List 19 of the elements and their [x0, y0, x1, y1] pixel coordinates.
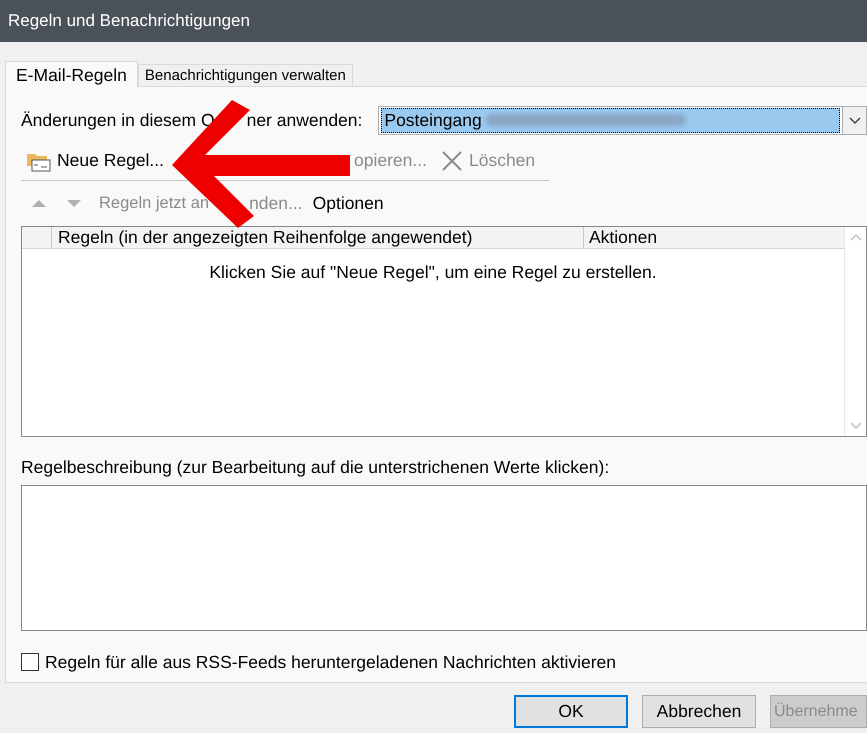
checkbox[interactable] [21, 653, 39, 672]
scroll-down-icon[interactable] [850, 422, 862, 430]
tab[interactable]: Benachrichtigungen verwalten [138, 64, 353, 86]
dropdown-value: Posteingang [384, 108, 482, 132]
description-label: Regelbeschreibung (zur Bearbeitung auf die unterstrichenen Werte klicken): [21, 456, 610, 479]
tab[interactable]: E-Mail-Regeln [5, 61, 138, 87]
checkbox-label: Regeln für alle aus RSS-Feeds heruntergeladenen Nachrichten aktivieren [45, 651, 616, 674]
column-header[interactable]: Aktionen [584, 227, 844, 248]
dialog-button[interactable]: OK [514, 695, 628, 728]
toolbar-button[interactable]: Optionen [312, 190, 384, 216]
empty-message: Klicken Sie auf "Neue Regel", um eine Regel zu erstellen. [209, 261, 657, 284]
scroll-up-icon[interactable] [850, 233, 862, 241]
close-icon [440, 150, 463, 172]
folder-dropdown[interactable]: Posteingang [378, 106, 867, 134]
folder-label: ner anwenden: [246, 108, 362, 132]
chevron-down-icon [848, 116, 860, 124]
dialog-button[interactable]: Abbrechen [642, 695, 756, 728]
window-title: Regeln und Benachrichtigungen [8, 10, 250, 32]
toolbar-button[interactable]: Neue Regel... [21, 146, 164, 176]
